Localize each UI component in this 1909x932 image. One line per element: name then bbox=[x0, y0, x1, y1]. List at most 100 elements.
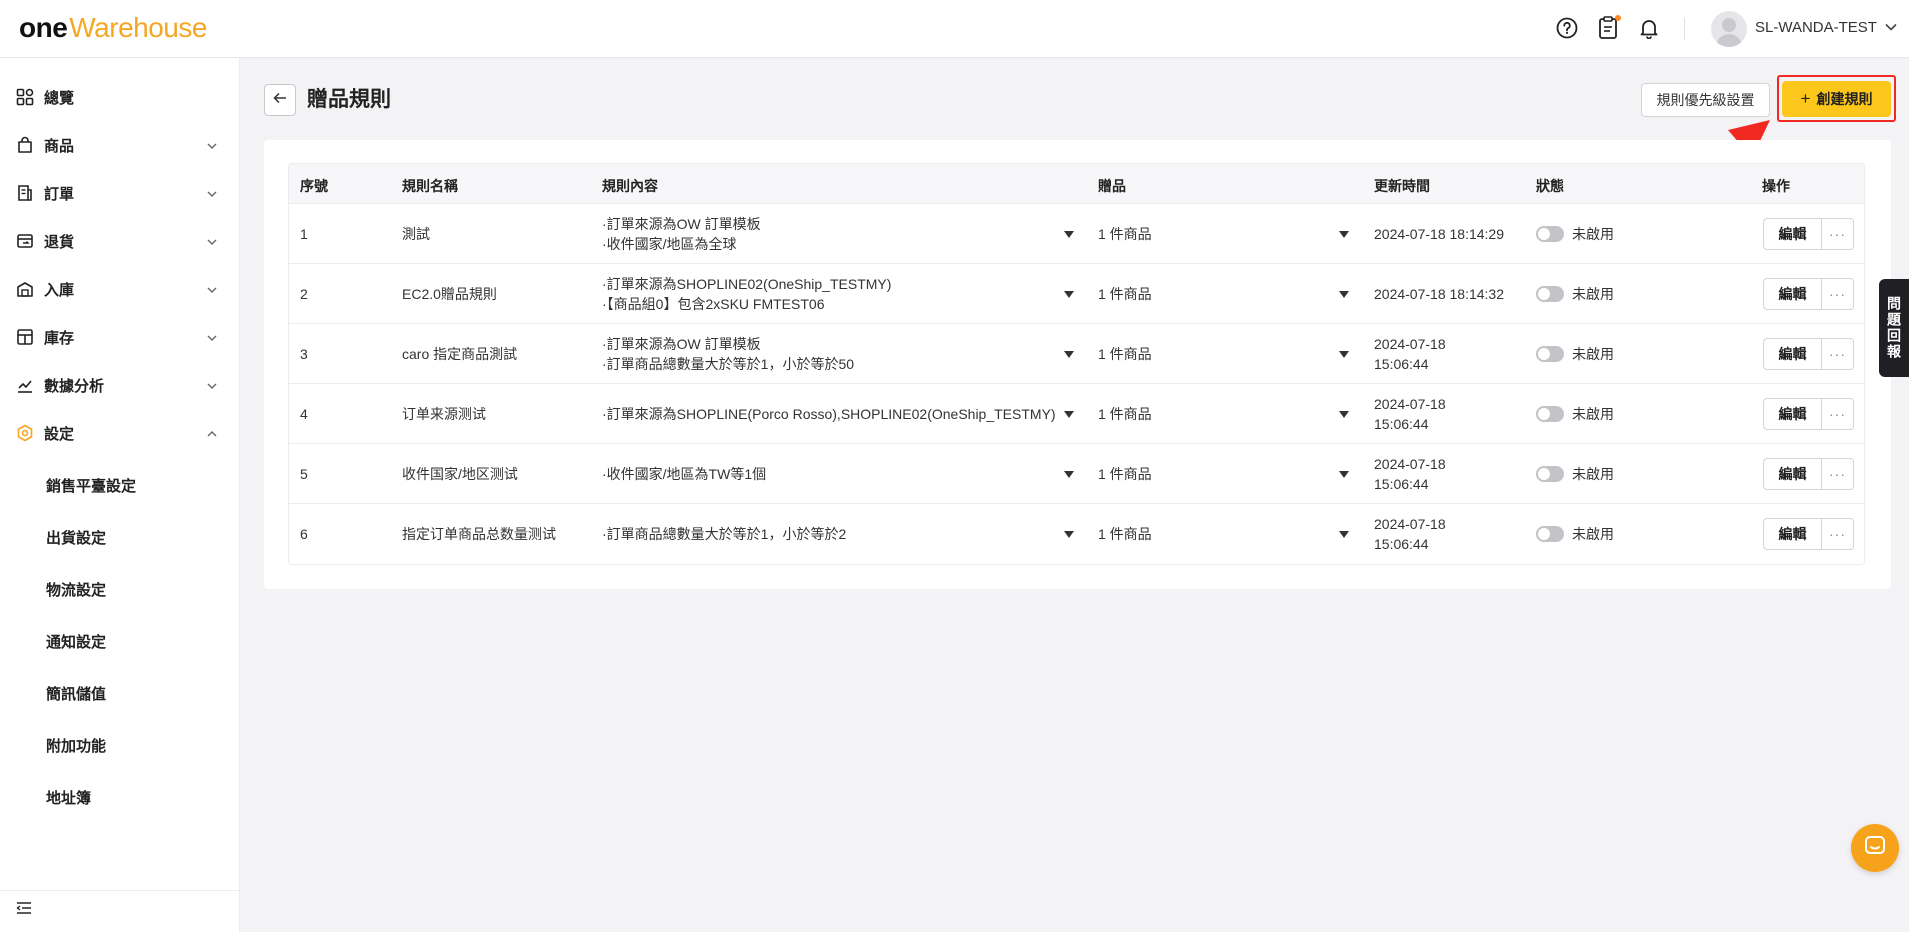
caret-down-icon[interactable] bbox=[1064, 411, 1074, 418]
bag-icon bbox=[16, 136, 34, 154]
caret-down-icon[interactable] bbox=[1339, 291, 1349, 298]
status-text: 未啟用 bbox=[1572, 346, 1614, 362]
updated-time-line: 15:06:44 bbox=[1374, 416, 1429, 432]
more-options-icon[interactable]: ··· bbox=[1822, 459, 1853, 489]
row-actions: 編輯 ··· bbox=[1763, 338, 1854, 370]
sidebar-subitem-address-book[interactable]: 地址簿 bbox=[46, 787, 91, 808]
updated-time-line: 15:06:44 bbox=[1374, 476, 1429, 492]
caret-down-icon[interactable] bbox=[1339, 351, 1349, 358]
back-button[interactable] bbox=[264, 84, 296, 116]
sidebar-subitem-addons[interactable]: 附加功能 bbox=[46, 735, 106, 756]
cell-rule-content: ·收件國家/地區為TW等1個 bbox=[602, 464, 766, 484]
chat-button[interactable] bbox=[1851, 824, 1899, 872]
caret-down-icon[interactable] bbox=[1064, 531, 1074, 538]
sidebar-item-inventory[interactable]: 庫存 bbox=[0, 317, 240, 357]
column-header-actions: 操作 bbox=[1762, 178, 1790, 194]
order-icon bbox=[16, 184, 34, 202]
rule-line: ·訂單來源為SHOPLINE02(OneShip_TESTMY) bbox=[602, 276, 892, 292]
more-options-icon[interactable]: ··· bbox=[1822, 519, 1853, 549]
edit-button[interactable]: 編輯 bbox=[1764, 399, 1822, 429]
sidebar-item-returns[interactable]: 退貨 bbox=[0, 221, 240, 261]
caret-down-icon[interactable] bbox=[1339, 411, 1349, 418]
cell-no: 4 bbox=[300, 406, 308, 422]
edit-button[interactable]: 編輯 bbox=[1764, 519, 1822, 549]
sidebar-subitem-notifications[interactable]: 通知設定 bbox=[46, 631, 106, 652]
status-toggle[interactable] bbox=[1536, 406, 1564, 422]
avatar[interactable] bbox=[1711, 11, 1747, 47]
username[interactable]: SL-WANDA-TEST bbox=[1755, 19, 1877, 36]
caret-down-icon[interactable] bbox=[1064, 291, 1074, 298]
sidebar-subitem-sales-platform[interactable]: 銷售平臺設定 bbox=[46, 475, 136, 496]
logo-warehouse: Warehouse bbox=[69, 12, 207, 43]
sidebar-subitem-sms-topup[interactable]: 簡訊儲值 bbox=[46, 683, 106, 704]
status-toggle[interactable] bbox=[1536, 226, 1564, 242]
help-icon[interactable] bbox=[1554, 15, 1580, 41]
edit-button[interactable]: 編輯 bbox=[1764, 279, 1822, 309]
more-options-icon[interactable]: ··· bbox=[1822, 279, 1853, 309]
caret-down-icon[interactable] bbox=[1339, 531, 1349, 538]
cell-updated-time: 2024-07-18 15:06:44 bbox=[1374, 514, 1446, 554]
sidebar-item-settings[interactable]: 設定 bbox=[0, 413, 240, 453]
cell-gift: 1 件商品 bbox=[1098, 406, 1152, 422]
updated-time-line: 2024-07-18 bbox=[1374, 396, 1446, 412]
cell-gift: 1 件商品 bbox=[1098, 286, 1152, 302]
chevron-down-icon bbox=[206, 283, 218, 300]
column-header-no: 序號 bbox=[300, 178, 328, 194]
row-actions: 編輯 ··· bbox=[1763, 398, 1854, 430]
cell-rule-content: ·訂單來源為OW 訂單模板 ·收件國家/地區為全球 bbox=[602, 214, 761, 254]
feedback-tab[interactable]: 問題回報 bbox=[1879, 279, 1909, 377]
status-toggle[interactable] bbox=[1536, 526, 1564, 542]
cell-gift: 1 件商品 bbox=[1098, 226, 1152, 242]
caret-down-icon[interactable] bbox=[1339, 231, 1349, 238]
updated-time-line: 2024-07-18 bbox=[1374, 516, 1446, 532]
sidebar-subitem-shipping[interactable]: 出貨設定 bbox=[46, 527, 106, 548]
page-title: 贈品規則 bbox=[307, 88, 391, 111]
row-actions: 編輯 ··· bbox=[1763, 458, 1854, 490]
collapse-menu-icon[interactable] bbox=[16, 901, 32, 919]
row-actions: 編輯 ··· bbox=[1763, 518, 1854, 550]
status-text: 未啟用 bbox=[1572, 226, 1614, 242]
task-list-icon[interactable] bbox=[1595, 15, 1621, 41]
chevron-down-icon[interactable] bbox=[1884, 20, 1898, 38]
bell-icon[interactable] bbox=[1636, 15, 1662, 41]
sidebar-item-products[interactable]: 商品 bbox=[0, 125, 240, 165]
cell-updated-time: 2024-07-18 15:06:44 bbox=[1374, 394, 1446, 434]
cell-no: 2 bbox=[300, 286, 308, 302]
caret-down-icon[interactable] bbox=[1064, 231, 1074, 238]
more-options-icon[interactable]: ··· bbox=[1822, 219, 1853, 249]
sidebar-item-orders[interactable]: 訂單 bbox=[0, 173, 240, 213]
caret-down-icon[interactable] bbox=[1064, 351, 1074, 358]
column-header-gift: 贈品 bbox=[1098, 178, 1126, 194]
app-logo[interactable]: oneWarehouse bbox=[19, 12, 207, 44]
more-options-icon[interactable]: ··· bbox=[1822, 399, 1853, 429]
cell-gift: 1 件商品 bbox=[1098, 346, 1152, 362]
sidebar-item-inbound[interactable]: 入庫 bbox=[0, 269, 240, 309]
gift-rules-table: 序號 規則名稱 規則內容 贈品 更新時間 狀態 操作 1 測試 ·訂單來源為OW 訂… bbox=[288, 163, 1865, 565]
sidebar-item-analytics[interactable]: 數據分析 bbox=[0, 365, 240, 405]
create-rule-button[interactable]: + 創建規則 bbox=[1782, 81, 1891, 117]
status-toggle[interactable] bbox=[1536, 346, 1564, 362]
cell-rule-name: 指定订单商品总数量测试 bbox=[402, 526, 556, 542]
status-toggle[interactable] bbox=[1536, 466, 1564, 482]
edit-button[interactable]: 編輯 bbox=[1764, 339, 1822, 369]
status-toggle[interactable] bbox=[1536, 286, 1564, 302]
table-row: 6 指定订单商品总数量测试 ·訂單商品總數量大於等於1，小於等於2 1 件商品 2024… bbox=[289, 504, 1864, 564]
updated-time-line: 2024-07-18 bbox=[1374, 336, 1446, 352]
updated-time-line: 2024-07-18 18:14:32 bbox=[1374, 286, 1504, 302]
caret-down-icon[interactable] bbox=[1339, 471, 1349, 478]
create-rule-label: 創建規則 bbox=[1816, 91, 1873, 107]
cell-rule-name: caro 指定商品測試 bbox=[402, 346, 518, 362]
analytics-icon bbox=[16, 376, 34, 394]
sidebar-subitem-logistics[interactable]: 物流設定 bbox=[46, 579, 106, 600]
column-header-content: 規則內容 bbox=[602, 178, 658, 194]
more-options-icon[interactable]: ··· bbox=[1822, 339, 1853, 369]
arrow-left-icon bbox=[273, 91, 287, 109]
caret-down-icon[interactable] bbox=[1064, 471, 1074, 478]
sidebar-item-overview[interactable]: 總覽 bbox=[0, 77, 240, 117]
chevron-down-icon bbox=[206, 235, 218, 252]
rule-line: ·【商品組0】包含2xSKU FMTEST06 bbox=[602, 296, 825, 312]
edit-button[interactable]: 編輯 bbox=[1764, 459, 1822, 489]
cell-updated-time: 2024-07-18 18:14:32 bbox=[1374, 284, 1504, 304]
chevron-down-icon bbox=[206, 379, 218, 396]
edit-button[interactable]: 編輯 bbox=[1764, 219, 1822, 249]
